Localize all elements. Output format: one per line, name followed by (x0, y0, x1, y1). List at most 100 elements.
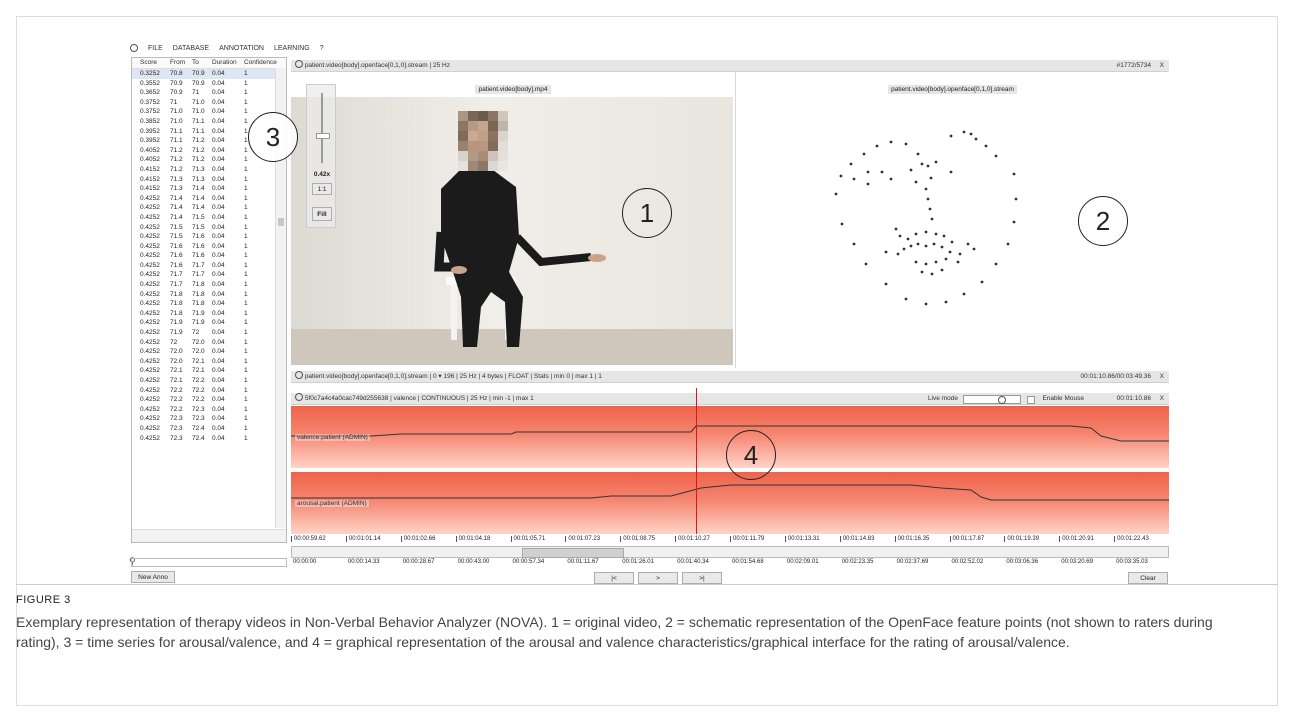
landmark-point (980, 280, 984, 284)
zoom-1-1-button[interactable]: 1:1 (312, 183, 332, 195)
table-cell: 71.7 (192, 271, 205, 279)
table-row[interactable]: 0.4252 72.1 72.2 0.04 1 (132, 376, 286, 386)
table-cell: 0.04 (212, 156, 225, 164)
table-row[interactable]: 0.4252 71.4 71.5 0.04 1 (132, 213, 286, 223)
table-row[interactable]: 0.4252 71.6 71.7 0.04 1 (132, 261, 286, 271)
close-icon[interactable]: X (1160, 393, 1164, 404)
overview-scrollbar[interactable] (291, 546, 1169, 558)
table-row[interactable]: 0.4252 71.5 71.6 0.04 1 (132, 232, 286, 242)
table-row[interactable]: 0.4252 72.2 72.3 0.04 1 (132, 405, 286, 415)
table-row[interactable]: 0.4252 72.0 72.0 0.04 1 (132, 347, 286, 357)
gear-icon[interactable] (130, 44, 138, 52)
menu-file[interactable]: FILE (148, 45, 163, 52)
table-row[interactable]: 0.4252 71.5 71.5 0.04 1 (132, 223, 286, 233)
table-cell: 71.4 (192, 204, 205, 212)
scroll-thumb[interactable] (278, 218, 284, 226)
live-mode-toggle[interactable] (963, 395, 1021, 404)
zoom-slider-track[interactable] (321, 93, 323, 163)
table-cell: 0.04 (212, 377, 225, 384)
search-input[interactable] (131, 558, 287, 567)
col-confidence[interactable]: Confidence (240, 58, 277, 68)
col-to[interactable]: To (192, 58, 212, 68)
landmark-point (902, 247, 906, 251)
marker-1: 1 (622, 188, 672, 238)
table-row[interactable]: 0.4252 72.0 72.1 0.04 1 (132, 357, 286, 367)
table-row[interactable]: 0.3552 70.9 70.9 0.04 1 (132, 79, 286, 89)
landmark-point (909, 244, 913, 248)
landmark-point (926, 164, 930, 168)
table-cell: 72.3 (170, 424, 183, 432)
table-row[interactable]: 0.4252 71.6 71.6 0.04 1 (132, 251, 286, 261)
table-cell: 1 (244, 271, 248, 279)
table-cell: 0.04 (212, 175, 225, 183)
table-row[interactable]: 0.4252 71.9 72 0.04 1 (132, 328, 286, 338)
menu-annotation[interactable]: ANNOTATION (219, 45, 264, 52)
table-row[interactable]: 0.4252 71.4 71.4 0.04 1 (132, 203, 286, 213)
tick-label: 00:03:35.03 (1116, 559, 1148, 565)
table-row[interactable]: 0.4252 71.7 71.7 0.04 1 (132, 270, 286, 280)
table-cell: 72.0 (170, 348, 183, 356)
new-anno-button[interactable]: New Anno (131, 571, 175, 583)
landmark-point (969, 132, 973, 136)
table-row[interactable]: 0.4152 71.3 71.4 0.04 1 (132, 184, 286, 194)
table-row[interactable]: 0.4252 72.2 72.2 0.04 1 (132, 395, 286, 405)
gear-icon[interactable] (295, 371, 303, 379)
anno-min: min -1 (492, 395, 511, 402)
col-from[interactable]: From (170, 58, 192, 68)
table-cell: 1 (244, 175, 248, 183)
zoom-fill-button[interactable]: Fill (312, 207, 332, 221)
table-cell: 71.5 (192, 223, 205, 231)
table-row[interactable]: 0.3252 70.8 70.9 0.04 1 (132, 69, 286, 79)
table-row[interactable]: 0.4252 72.3 72.4 0.04 1 (132, 424, 286, 434)
table-row[interactable]: 0.4252 72.1 72.1 0.04 1 (132, 366, 286, 376)
table-row[interactable]: 0.3652 70.9 71 0.04 1 (132, 88, 286, 98)
arousal-track[interactable]: arousal.patient (ADMIN) (291, 472, 1169, 534)
table-cell: 71.1 (170, 137, 183, 145)
table-row[interactable]: 0.3752 71 71.0 0.04 1 (132, 98, 286, 108)
table-row[interactable]: 0.4252 71.9 71.9 0.04 1 (132, 318, 286, 328)
stream-dim[interactable]: 0 (433, 373, 437, 380)
horizontal-scrollbar[interactable] (132, 529, 286, 542)
close-icon[interactable]: X (1160, 60, 1164, 71)
table-cell: 0.04 (212, 300, 225, 308)
table-row[interactable]: 0.4152 71.2 71.3 0.04 1 (132, 165, 286, 175)
menu-learning[interactable]: LEARNING (274, 45, 310, 52)
table-row[interactable]: 0.4252 72.3 72.3 0.04 1 (132, 414, 286, 424)
table-row[interactable]: 0.4252 71.6 71.6 0.04 1 (132, 242, 286, 252)
overview-window[interactable] (522, 548, 624, 558)
clear-button[interactable]: Clear (1128, 572, 1168, 584)
video-title: patient.video[body].mp4 (475, 85, 551, 94)
table-row[interactable]: 0.4252 71.7 71.8 0.04 1 (132, 280, 286, 290)
table-cell: 71.0 (192, 108, 205, 116)
table-row[interactable]: 0.4252 72 72.0 0.04 1 (132, 338, 286, 348)
table-row[interactable]: 0.4252 72.2 72.2 0.04 1 (132, 386, 286, 396)
zoom-slider-thumb[interactable] (316, 133, 330, 139)
gear-icon[interactable] (295, 393, 303, 401)
table-cell: 0.4252 (140, 424, 160, 432)
stream-stats[interactable]: Stats (534, 373, 549, 380)
table-row[interactable]: 0.4252 72.3 72.4 0.04 1 (132, 434, 286, 444)
landmark-point (928, 207, 932, 211)
table-row[interactable]: 0.4152 71.3 71.3 0.04 1 (132, 175, 286, 185)
close-icon[interactable]: X (1160, 371, 1164, 382)
step-button[interactable]: > (638, 572, 678, 584)
col-score[interactable]: Score (132, 58, 170, 68)
landmark-point (852, 242, 856, 246)
table-cell: 72.0 (192, 348, 205, 356)
gear-icon[interactable] (295, 60, 303, 68)
video-frame[interactable] (291, 97, 733, 365)
col-duration[interactable]: Duration (212, 58, 240, 68)
table-row[interactable]: 0.4252 71.8 71.8 0.04 1 (132, 299, 286, 309)
menu-database[interactable]: DATABASE (173, 45, 209, 52)
table-row[interactable]: 0.4252 71.4 71.4 0.04 1 (132, 194, 286, 204)
go-start-button[interactable]: |< (594, 572, 634, 584)
table-cell: 1 (244, 405, 248, 413)
table-row[interactable]: 0.4252 71.8 71.8 0.04 1 (132, 290, 286, 300)
menu-help[interactable]: ? (320, 45, 324, 52)
table-row[interactable]: 0.4252 71.8 71.9 0.04 1 (132, 309, 286, 319)
playback-cursor[interactable] (696, 388, 697, 534)
go-end-button[interactable]: >| (682, 572, 722, 584)
dropdown-icon[interactable]: ▾ (438, 373, 441, 380)
enable-mouse-checkbox[interactable] (1027, 396, 1035, 404)
divider (16, 584, 1278, 585)
